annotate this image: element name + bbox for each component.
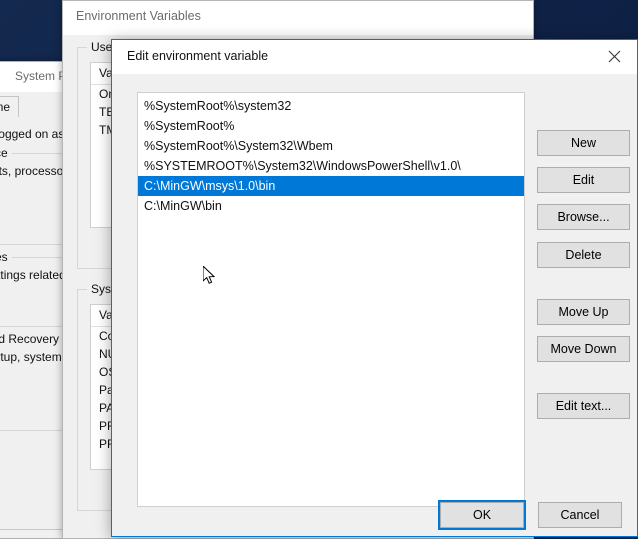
ok-button[interactable]: OK: [440, 502, 524, 528]
edit-dialog-titlebar[interactable]: Edit environment variable: [112, 40, 637, 74]
table-row[interactable]: %SystemRoot%\system32: [138, 96, 524, 116]
table-row[interactable]: %SystemRoot%: [138, 116, 524, 136]
table-row[interactable]: C:\MinGW\bin: [138, 196, 524, 216]
table-row-selected[interactable]: C:\MinGW\msys\1.0\bin: [138, 176, 524, 196]
system-properties-tabstrip[interactable]: Computer Name: [0, 96, 19, 118]
move-down-button[interactable]: Move Down: [537, 336, 630, 362]
edit-environment-variable-dialog[interactable]: Edit environment variable %SystemRoot%\s…: [111, 39, 638, 537]
edit-button[interactable]: Edit: [537, 167, 630, 193]
environment-variables-title: Environment Variables: [76, 9, 201, 23]
performance-group-title: Performance: [0, 146, 12, 160]
move-up-button[interactable]: Move Up: [537, 299, 630, 325]
delete-button[interactable]: Delete: [537, 242, 630, 268]
browse-button[interactable]: Browse...: [537, 204, 630, 230]
new-button[interactable]: New: [537, 130, 630, 156]
close-icon: [608, 50, 621, 63]
environment-variables-titlebar[interactable]: Environment Variables: [63, 1, 533, 35]
cancel-button[interactable]: Cancel: [538, 502, 622, 528]
close-button[interactable]: [591, 40, 637, 73]
edit-text-button[interactable]: Edit text...: [537, 393, 630, 419]
path-entries-listbox[interactable]: %SystemRoot%\system32 %SystemRoot% %Syst…: [137, 92, 525, 507]
table-row[interactable]: %SYSTEMROOT%\System32\WindowsPowerShell\…: [138, 156, 524, 176]
user-profiles-group-title: User Profiles: [0, 250, 12, 264]
table-row[interactable]: %SystemRoot%\System32\Wbem: [138, 136, 524, 156]
tab-computer-name[interactable]: Computer Name: [0, 96, 19, 119]
page-title: Edit environment variable: [127, 49, 268, 63]
startup-recovery-group-title: Start-up and Recovery: [0, 332, 63, 346]
